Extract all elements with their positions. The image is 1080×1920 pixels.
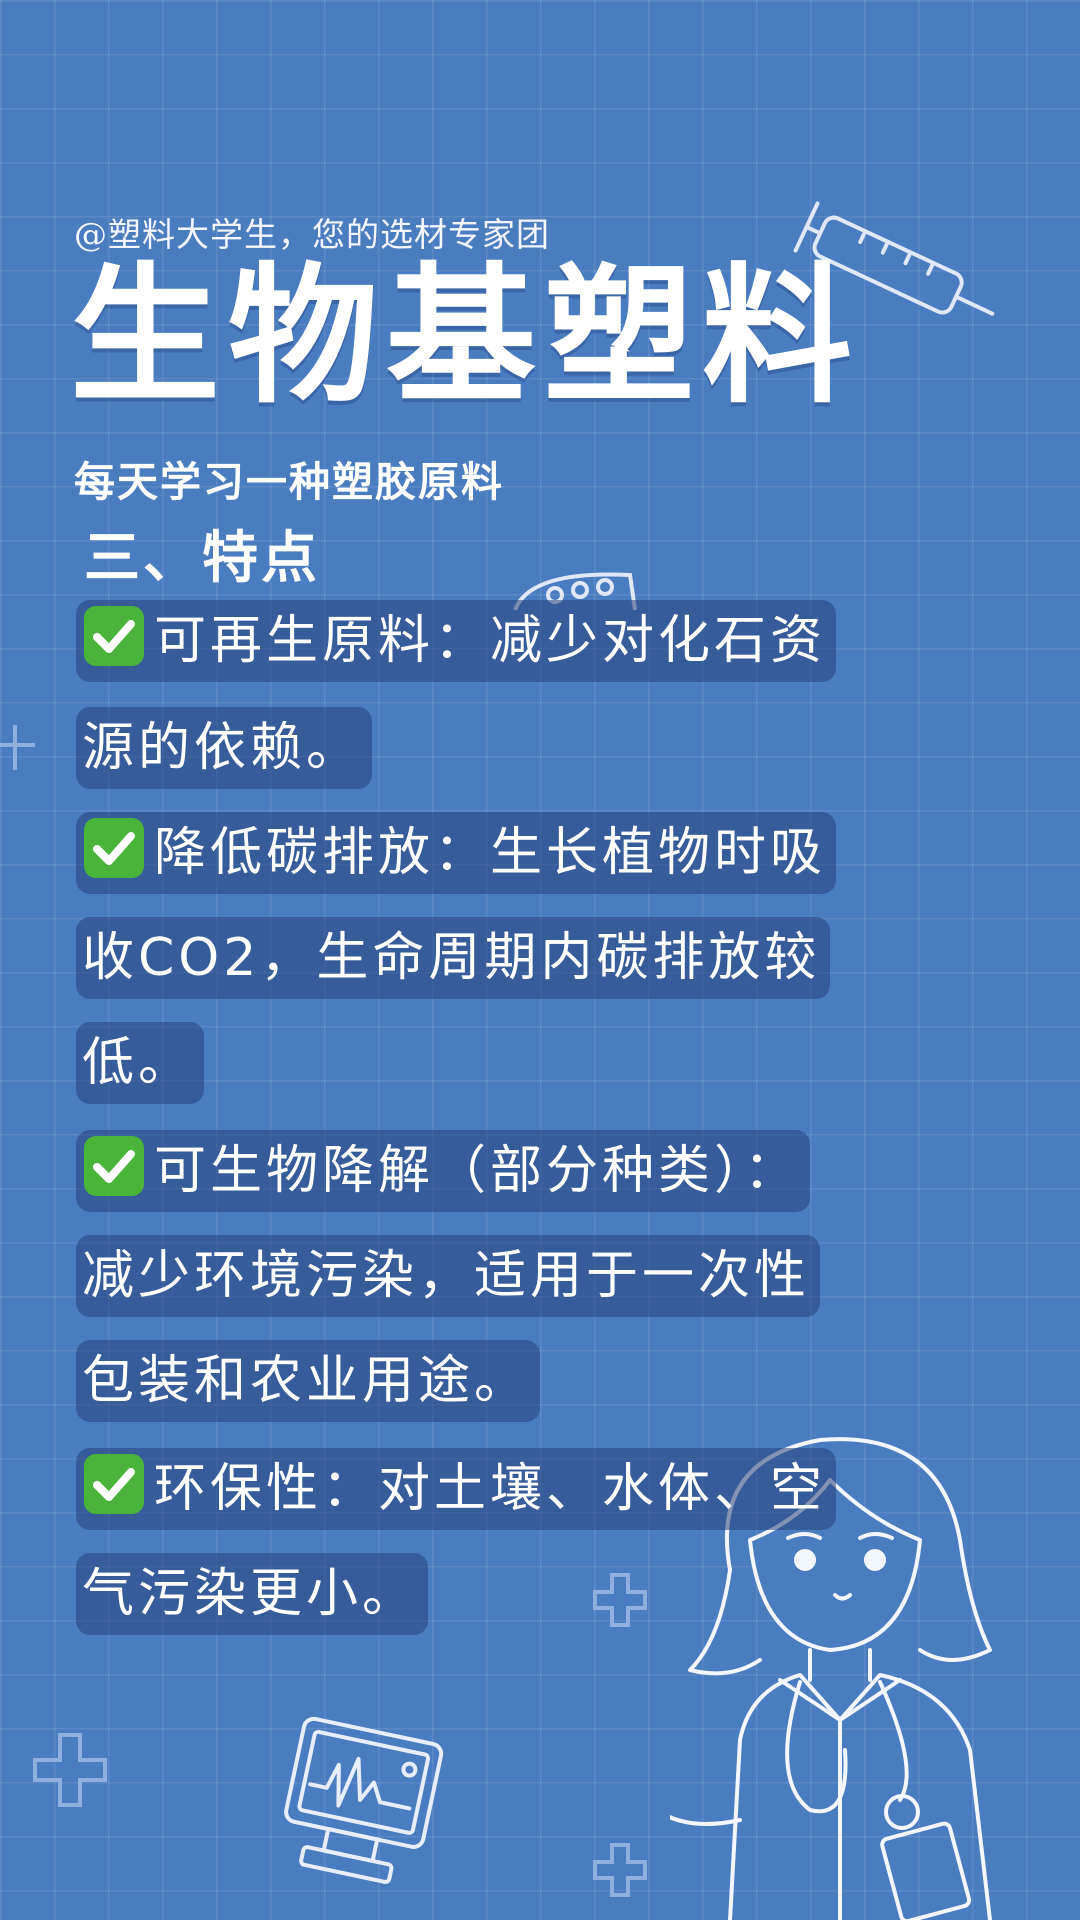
feature-line: 可再生原料：减少对化石资 bbox=[76, 600, 837, 682]
feature-line: 减少环境污染，适用于一次性 bbox=[76, 1235, 821, 1317]
feature-line-text: 包装和农业用途。 bbox=[82, 1351, 531, 1411]
feature-line-text: 降低碳排放：生长植物时吸 bbox=[154, 823, 827, 883]
feature-line: 包装和农业用途。 bbox=[76, 1340, 541, 1422]
check-icon bbox=[82, 816, 146, 880]
monitor-illustration bbox=[270, 1710, 450, 1890]
feature-line: 低。 bbox=[76, 1022, 205, 1104]
feature-line-text: 源的依赖。 bbox=[82, 718, 363, 778]
feature-line-text: 低。 bbox=[82, 1033, 195, 1093]
feature-line-text: 环保性：对土壤、水体、空 bbox=[154, 1459, 827, 1519]
feature-line: 收CO2，生命周期内碳排放较 bbox=[76, 917, 831, 999]
plus-icon bbox=[0, 720, 50, 780]
feature-line: 源的依赖。 bbox=[76, 707, 373, 789]
feature-line: 气污染更小。 bbox=[76, 1553, 429, 1635]
plus-icon bbox=[30, 1730, 110, 1810]
feature-line-text: 可再生原料：减少对化石资 bbox=[154, 611, 827, 671]
page-subtitle: 每天学习一种塑胶原料 bbox=[74, 458, 504, 506]
feature-line: 环保性：对土壤、水体、空 bbox=[76, 1448, 837, 1530]
feature-line: 可生物降解（部分种类）： bbox=[76, 1130, 811, 1212]
feature-line-text: 气污染更小。 bbox=[82, 1564, 419, 1624]
author-handle: @塑料大学生，您的选材专家团 bbox=[74, 215, 550, 254]
page-title: 生物基塑料 bbox=[70, 250, 861, 424]
check-icon bbox=[82, 604, 146, 668]
feature-line: 降低碳排放：生长植物时吸 bbox=[76, 812, 837, 894]
plus-icon bbox=[590, 1570, 650, 1630]
check-icon bbox=[82, 1452, 146, 1516]
plus-icon bbox=[590, 1840, 650, 1900]
section-heading: 三、特点 bbox=[84, 526, 320, 591]
feature-line-text: 可生物降解（部分种类）： bbox=[154, 1141, 801, 1201]
check-icon bbox=[82, 1134, 146, 1198]
feature-line-text: 减少环境污染，适用于一次性 bbox=[82, 1246, 811, 1306]
feature-line-text: 收CO2，生命周期内碳排放较 bbox=[82, 928, 821, 988]
